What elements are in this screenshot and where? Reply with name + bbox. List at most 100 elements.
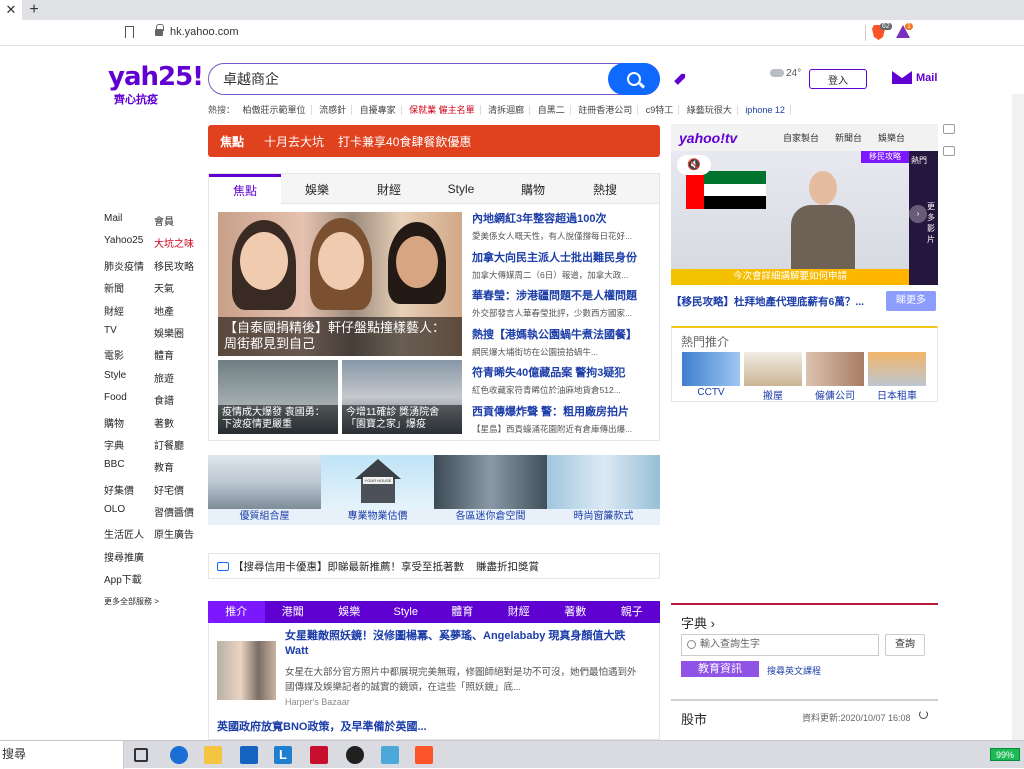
- trending-item[interactable]: 註冊香港公司: [573, 105, 639, 115]
- headline-item[interactable]: 符青晞失40億藏品案 警拘3疑犯 紅色收藏家符青晞位於油麻地貨倉512...: [472, 364, 658, 403]
- nav-link[interactable]: 搜尋推廣: [104, 549, 156, 571]
- english-course-link[interactable]: 搜尋英文課程: [767, 664, 821, 677]
- nav-link[interactable]: Mail: [104, 213, 154, 235]
- ad-link[interactable]: 賺盡折扣獎賞: [476, 559, 539, 574]
- nav-link[interactable]: 移民攻略: [154, 258, 204, 280]
- tab-deals[interactable]: 著數: [547, 601, 604, 623]
- nav-link[interactable]: OLO: [104, 504, 154, 526]
- yahoo-logo[interactable]: yah25! 齊心抗疫: [108, 63, 204, 107]
- more-videos-panel[interactable]: 熱門 › 更多影片: [909, 151, 938, 285]
- weather-widget[interactable]: 24°: [770, 68, 801, 79]
- see-more-button[interactable]: 睇更多: [886, 291, 936, 311]
- refresh-icon[interactable]: [919, 710, 928, 719]
- story-thumbnail[interactable]: [217, 641, 276, 700]
- trending-item[interactable]: 綠藝玩很大: [681, 105, 738, 115]
- tab-entertainment[interactable]: 娛樂: [321, 601, 378, 623]
- promo-tile[interactable]: 時尚窗簾款式: [547, 455, 660, 525]
- story-title[interactable]: 女星難敵照妖鏡！沒修圖楊冪、奚夢瑤、Angelababy 現真身顏值大跌 Wat…: [285, 629, 645, 659]
- nav-link[interactable]: Food: [104, 392, 154, 414]
- browser-tab[interactable]: ✕: [0, 0, 22, 20]
- dictionary-input[interactable]: 輸入查詢生字: [681, 634, 879, 656]
- nav-link[interactable]: 習價醬價: [154, 504, 204, 526]
- battery-indicator[interactable]: 99%: [990, 748, 1020, 761]
- news-thumb[interactable]: 今增11確診 獎湧院舍「園寶之家」爆疫: [342, 360, 462, 434]
- tv-tab[interactable]: 自家製台: [783, 131, 819, 144]
- hot-item[interactable]: 搬屋: [744, 352, 802, 402]
- trending-item[interactable]: 清拆迴廊: [483, 105, 531, 115]
- brave-browser-icon[interactable]: [415, 746, 433, 764]
- l-app-icon[interactable]: L: [274, 746, 292, 764]
- nav-link[interactable]: 生活匠人: [104, 526, 154, 548]
- nav-link[interactable]: 好集價: [104, 482, 154, 504]
- tab-sports[interactable]: 體育: [434, 601, 491, 623]
- mute-icon[interactable]: 🔇: [677, 155, 711, 175]
- nav-link[interactable]: 會員: [154, 213, 204, 235]
- login-button[interactable]: 登入: [809, 69, 867, 89]
- focus-item[interactable]: 打卡兼享40食肆餐飲優惠: [338, 133, 471, 150]
- share-icon[interactable]: [943, 146, 955, 156]
- nav-link[interactable]: 食譜: [154, 392, 204, 414]
- nav-link[interactable]: 好宅價: [154, 482, 204, 504]
- xbox-icon[interactable]: [346, 746, 364, 764]
- paint-icon[interactable]: [381, 746, 399, 764]
- trending-item[interactable]: c9特工: [640, 105, 680, 115]
- promo-tile[interactable]: 各區迷你倉空間: [434, 455, 547, 525]
- search-input[interactable]: [223, 71, 603, 87]
- tv-logo[interactable]: yahoo!tv: [679, 130, 783, 146]
- dictionary-heading[interactable]: 字典 ›: [681, 613, 715, 632]
- trending-item[interactable]: iphone 12: [740, 105, 791, 115]
- video-player[interactable]: 移民攻略 🔇 今次會詳細講解要如何申請: [671, 151, 909, 285]
- headline-item[interactable]: 華春瑩：涉港疆問題不是人權問題 外交部發言人華春瑩批評，少數西方國家...: [472, 287, 658, 326]
- education-tag[interactable]: 教育資訊: [681, 661, 759, 677]
- mail-link[interactable]: Mail: [892, 71, 937, 84]
- taskbar-search[interactable]: 搜尋: [0, 741, 124, 769]
- nav-link[interactable]: App下載: [104, 571, 156, 593]
- tab-shopping[interactable]: 購物: [497, 174, 569, 204]
- mcafee-icon[interactable]: [310, 746, 328, 764]
- nav-link[interactable]: 著數: [154, 415, 204, 437]
- nav-link[interactable]: 財經: [104, 303, 154, 325]
- promo-tile[interactable]: YOUR HOUSE 專業物業估價: [321, 455, 434, 525]
- nav-link[interactable]: 教育: [154, 459, 204, 481]
- trending-item[interactable]: 自黑二: [532, 105, 571, 115]
- headline-item[interactable]: 西貢傳爆炸聲 警：粗用廠房拍片 【星島】西貢蠔涌花園附近有倉庫傳出爆...: [472, 403, 658, 442]
- hot-item[interactable]: 日本租車: [868, 352, 926, 402]
- nav-link[interactable]: 旅遊: [154, 370, 204, 392]
- tab-finance[interactable]: 財經: [491, 601, 548, 623]
- news-thumb[interactable]: 疫情成大爆發 袁國勇：下波疫情更嚴重: [218, 360, 338, 434]
- credit-card-ad[interactable]: 【搜尋信用卡優惠】即睇最新推薦！享受至抵著數 賺盡折扣獎賞: [208, 553, 660, 579]
- hot-item[interactable]: 僱傭公司: [806, 352, 864, 402]
- mail-app-icon[interactable]: [240, 746, 258, 764]
- page-scrollbar[interactable]: [1012, 94, 1024, 740]
- nav-link[interactable]: 體育: [154, 347, 204, 369]
- nav-link[interactable]: 天氣: [154, 280, 204, 302]
- hero-story[interactable]: 【自泰國捐精後】軒仔盤點撞樣藝人：周街都見到自己: [218, 212, 462, 356]
- dictionary-search-button[interactable]: 查詢: [885, 634, 925, 656]
- focus-item[interactable]: 十月去大坑: [264, 133, 324, 150]
- headline-item[interactable]: 加拿大向民主派人士批出難民身份 加拿大傳媒周二（6日）報道，加拿大政...: [472, 249, 658, 288]
- promo-tile[interactable]: 優質組合屋: [208, 455, 321, 525]
- tab-focus[interactable]: 焦點: [209, 174, 281, 204]
- video-title[interactable]: 【移民攻略】杜拜地產代理底薪有6萬？...: [671, 294, 864, 309]
- tab-entertainment[interactable]: 娛樂: [281, 174, 353, 204]
- nav-link[interactable]: BBC: [104, 459, 154, 481]
- more-services-link[interactable]: 更多全部服務 >: [104, 596, 204, 607]
- lock-icon[interactable]: [155, 24, 164, 36]
- comment-icon[interactable]: [943, 124, 955, 134]
- task-view-icon[interactable]: [134, 748, 148, 762]
- nav-link[interactable]: Yahoo25: [104, 235, 154, 257]
- tab-finance[interactable]: 財經: [353, 174, 425, 204]
- headline-item[interactable]: 內地網紅3年整容超過100次 愛美係女人嘅天性，有人說僅撐每日花好...: [472, 210, 658, 249]
- bookmark-icon[interactable]: [125, 26, 134, 38]
- tab-parenting[interactable]: 親子: [604, 601, 661, 623]
- nav-link[interactable]: 娛樂圈: [154, 325, 204, 347]
- nav-link[interactable]: Style: [104, 370, 154, 392]
- tab-trending[interactable]: 熱搜: [569, 174, 641, 204]
- nav-link[interactable]: 字典: [104, 437, 154, 459]
- chevron-right-icon[interactable]: ›: [909, 205, 927, 223]
- new-tab-button[interactable]: +: [26, 0, 42, 20]
- nav-link[interactable]: 肺炎疫情: [104, 258, 154, 280]
- trending-item[interactable]: 保就業 僱主名單: [404, 105, 481, 115]
- file-explorer-icon[interactable]: [204, 746, 222, 764]
- trending-item[interactable]: 流感針: [314, 105, 353, 115]
